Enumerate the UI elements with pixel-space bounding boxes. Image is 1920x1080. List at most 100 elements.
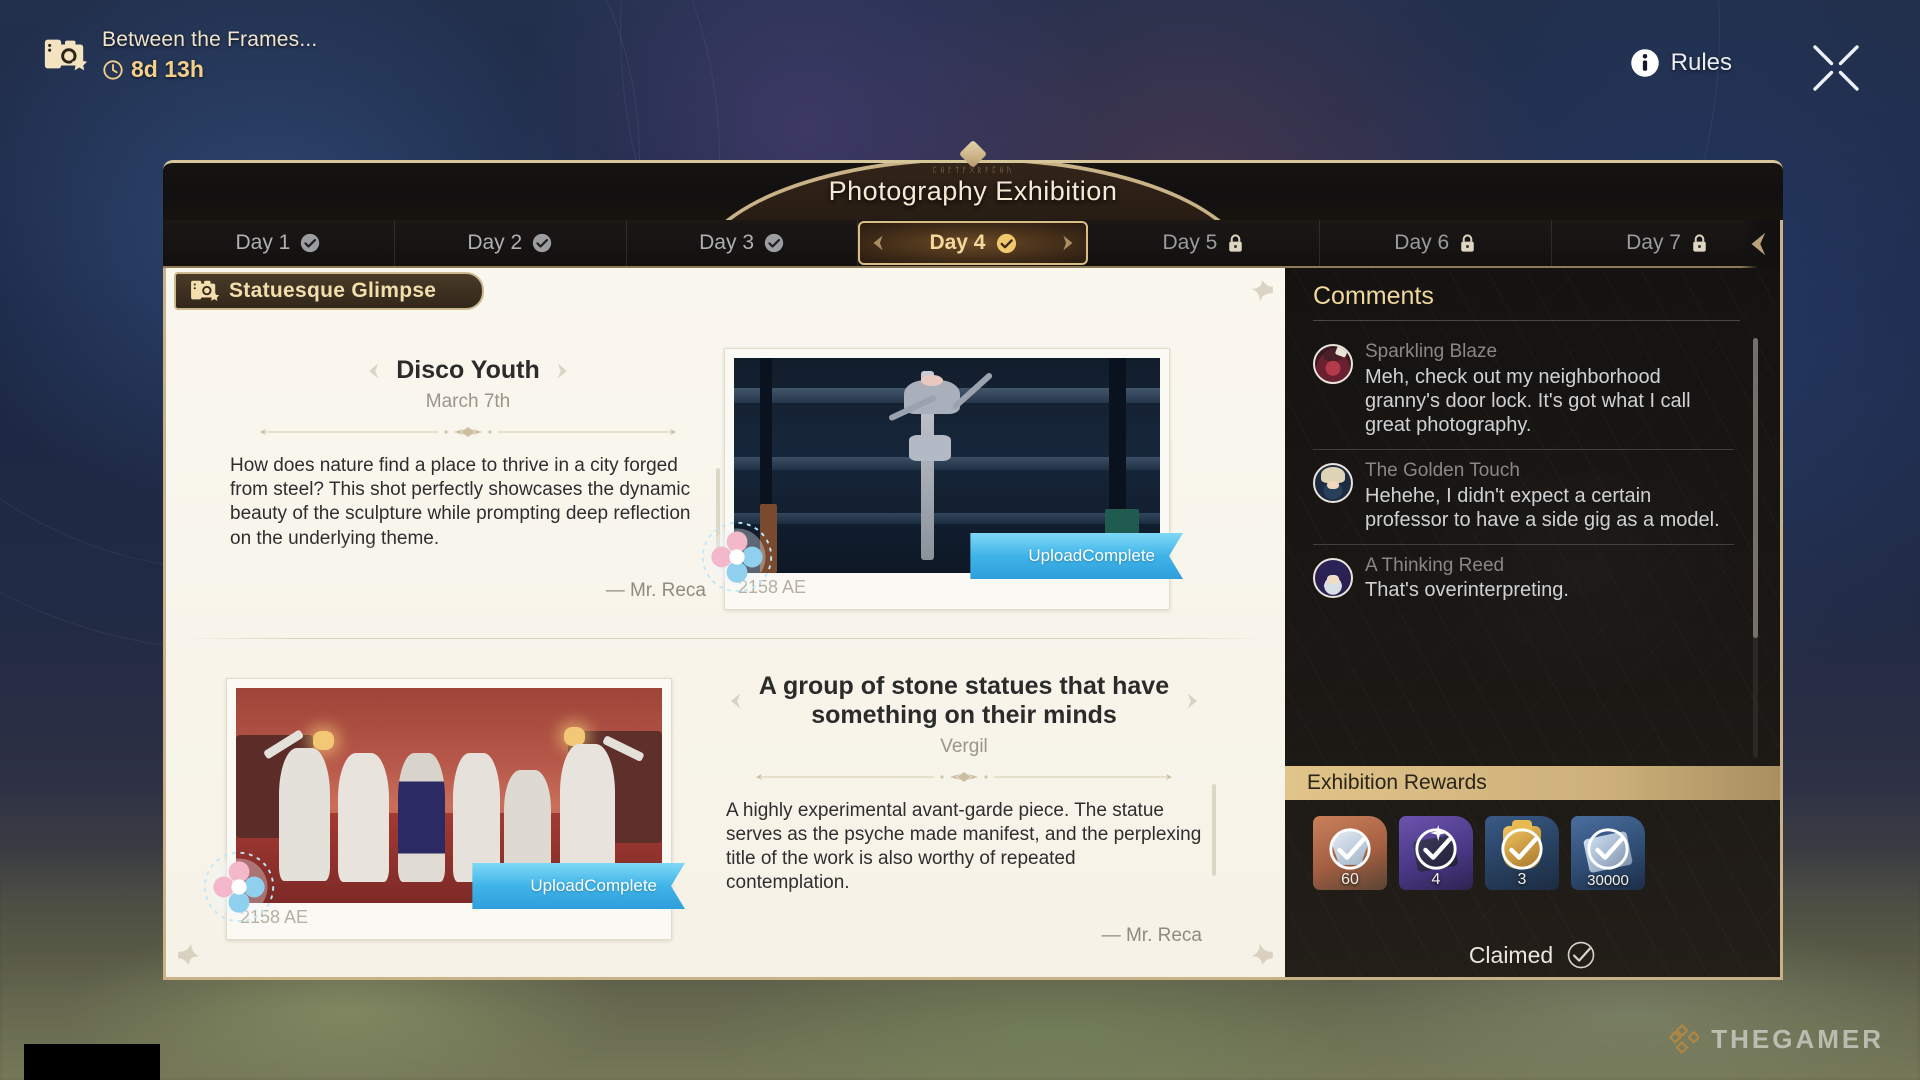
window-title-subscript: ᛈᚺᚩᛏᚩᚷᚱᚨᛈᚺᚤ [932,166,1014,176]
comment-item: Sparkling Blaze Meh, check out my neighb… [1313,330,1734,449]
screen-edge-black-bar [24,1044,160,1080]
check-circle-icon [533,233,552,253]
ornament-divider [230,426,706,438]
tab-label: Day 7 [1626,231,1681,254]
upload-flower-icon [701,521,773,593]
check-circle-icon [1501,827,1543,870]
watermark-text: THEGAMER [1711,1023,1884,1054]
upload-status-line2: Complete [1082,545,1155,565]
reward-item-gold-trophy[interactable]: 3 [1485,816,1559,890]
comments-scrollbar[interactable] [1753,338,1758,758]
entry-signature: — Mr. Reca [605,579,706,601]
claimed-status: Claimed [1285,940,1780,970]
entry-author: March 7th [425,390,511,412]
lock-icon [1693,233,1706,252]
check-circle-icon [764,233,784,253]
check-circle-icon [996,233,1016,253]
entry-text-block: Disco Youth March 7th How does nature fi… [218,356,720,602]
reward-item-stellar-jade[interactable]: 60 [1313,816,1387,890]
next-entry-arrow-icon[interactable] [1182,691,1202,711]
photo-camera-icon [44,39,88,71]
tab-label: Day 2 [467,231,523,254]
entry-body: A highly experimental avant-garde piece.… [726,799,1202,894]
lock-icon [1461,233,1474,252]
reward-item-purple-material[interactable]: 4 [1399,816,1473,890]
avatar[interactable] [1313,344,1353,384]
entry-photo-card[interactable]: 2158 AE Upload Complete [701,348,1170,610]
tab-day-4[interactable]: Day 4 [858,221,1089,265]
tab-day-1[interactable]: Day 1 [163,220,395,266]
upload-status-line2: Complete [584,875,657,895]
tab-label: Day 1 [235,231,291,254]
exhibition-entries-panel: Statuesque Glimpse Disco Youth March 7th [163,268,1285,980]
collection-label: Statuesque Glimpse [229,279,437,302]
tab-day-6[interactable]: Day 6 [1320,220,1553,266]
entry-signature: — Mr. Reca [1101,924,1202,946]
tab-label: Day 3 [699,231,754,254]
reward-item-credits[interactable]: 30000 [1571,816,1645,890]
tab-day-5[interactable]: Day 5 [1088,220,1321,266]
claimed-label: Claimed [1468,941,1554,968]
comments-heading-rule [1313,320,1740,321]
check-circle-icon [1415,827,1457,870]
divider-ornament-icon [260,426,676,437]
reward-count: 30000 [1587,872,1629,889]
ornament-divider [726,771,1202,783]
event-title: Between the Frames... [102,28,318,51]
comments-scrollbar-thumb[interactable] [1753,338,1758,638]
chevron-left-icon [1751,232,1766,256]
tabs-scroll-next[interactable] [1741,220,1783,268]
upload-flower-icon [203,851,275,923]
prev-entry-arrow-icon[interactable] [364,361,384,381]
entry-title-row: A group of stone statues that have somet… [726,672,1202,731]
window-title-plate: ᛈᚺᚩᛏᚩᚷᚱᚨᛈᚺᚤ Photography Exhibition [713,139,1233,207]
comment-username: A Thinking Reed [1365,554,1505,576]
comment-username: Sparkling Blaze [1365,341,1498,362]
entries-divider [180,638,1271,639]
event-timer: 8d 13h [131,56,204,82]
entry-title: A group of stone statues that have somet… [758,671,1170,730]
upload-status-ribbon: Upload Complete [472,863,685,909]
exhibition-entry: 2158 AE Upload Complete A group of stone… [166,650,1285,968]
watermark: THEGAMER [1665,1022,1884,1056]
tab-label: Day 5 [1162,231,1218,254]
entry-body-scrollbar[interactable] [1212,783,1216,876]
avatar[interactable] [1313,557,1353,598]
window-body: Statuesque Glimpse Disco Youth March 7th [163,268,1783,980]
next-entry-arrow-icon[interactable] [552,361,572,381]
divider-ornament-icon [756,771,1172,782]
tab-next-arrow-icon[interactable] [1056,232,1078,254]
prev-entry-arrow-icon[interactable] [726,691,746,711]
upload-status-line1: Upload [530,875,585,895]
comment-username: The Golden Touch [1365,459,1520,481]
comment-item: The Golden Touch Hehehe, I didn't expect… [1313,448,1734,544]
photography-exhibition-window: ᛈᚺᚩᛏᚩᚷᚱᚨᛈᚺᚤ Photography Exhibition Day 1… [163,139,1783,980]
entry-title: Disco Youth [396,356,540,385]
lock-icon [1229,233,1243,252]
upload-status-ribbon: Upload Complete [970,533,1183,579]
rewards-grid: 60 4 3 30000 [1313,816,1645,890]
camera-stack-icon [191,280,220,301]
check-circle-icon [1587,827,1629,870]
comments-list: Sparkling Blaze Meh, check out my neighb… [1313,330,1734,614]
tab-day-3[interactable]: Day 3 [627,220,859,266]
exhibition-rewards-header: Exhibition Rewards [1285,766,1780,800]
comment-item: A Thinking Reed That's overinterpreting. [1313,543,1734,615]
avatar[interactable] [1313,462,1353,503]
day-tabs: Day 1 Day 2 Day 3 Day 4 Day 5 Day 6 Day … [163,220,1783,268]
tab-label: Day 6 [1394,231,1450,254]
comment-body: A Thinking Reed That's overinterpreting. [1365,554,1734,603]
entry-text-block: A group of stone statues that have somet… [714,672,1216,947]
entry-photo-card[interactable]: 2158 AE Upload Complete [203,678,672,940]
tab-day-2[interactable]: Day 2 [395,220,627,266]
corner-ornament-icon [1251,280,1273,302]
thegamer-logo-icon [1669,1024,1700,1054]
comments-and-rewards-panel: Comments Sparkling Blaze Meh, check out … [1285,268,1783,980]
rules-button[interactable]: Rules [1630,48,1732,78]
entry-body: How does nature find a place to thrive i… [230,454,691,549]
clock-icon [103,59,123,80]
entry-author: Vergil [940,735,988,757]
tab-prev-arrow-icon[interactable] [868,232,890,254]
entry-title-row: Disco Youth [230,356,706,386]
close-icon[interactable] [1810,42,1862,94]
